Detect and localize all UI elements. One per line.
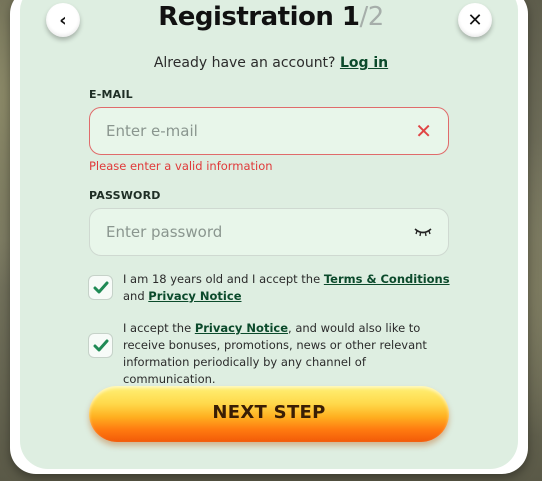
- title-separator: /: [359, 2, 369, 32]
- age-terms-checkbox[interactable]: [88, 275, 113, 300]
- marketing-consent-text: I accept the Privacy Notice, and would a…: [123, 320, 453, 388]
- next-step-label: NEXT STEP: [212, 401, 326, 423]
- login-prompt: Already have an account? Log in: [0, 55, 542, 71]
- email-input[interactable]: [106, 122, 416, 140]
- email-error-message: Please enter a valid information: [89, 159, 273, 173]
- clear-email-icon[interactable]: ✕: [415, 119, 432, 143]
- privacy-notice-link-2[interactable]: Privacy Notice: [195, 321, 288, 335]
- marketing-checkbox[interactable]: [88, 333, 113, 358]
- age-terms-consent-text: I am 18 years old and I accept the Terms…: [123, 271, 453, 305]
- title-total: 2: [367, 2, 385, 32]
- checkmark-icon: [93, 339, 108, 351]
- terms-conditions-link[interactable]: Terms & Conditions: [324, 272, 450, 286]
- password-input[interactable]: [106, 223, 414, 241]
- eye-closed-icon[interactable]: [414, 227, 432, 237]
- email-field: ✕: [89, 107, 449, 155]
- close-icon: ✕: [467, 9, 483, 31]
- checkmark-icon: [93, 281, 108, 293]
- consent1-text-before: I am 18 years old and I accept the: [123, 272, 324, 286]
- privacy-notice-link[interactable]: Privacy Notice: [148, 289, 241, 303]
- login-prompt-text: Already have an account?: [153, 55, 336, 71]
- consent1-text-mid: and: [123, 289, 149, 303]
- email-label: E-MAIL: [89, 88, 133, 101]
- consent2-text-before: I accept the: [123, 321, 195, 335]
- next-step-button[interactable]: NEXT STEP: [89, 386, 449, 442]
- password-field: [89, 208, 449, 256]
- title-prefix: Registration 1: [158, 2, 360, 32]
- close-button[interactable]: ✕: [458, 3, 492, 37]
- login-link[interactable]: Log in: [340, 55, 388, 71]
- password-label: PASSWORD: [89, 189, 161, 202]
